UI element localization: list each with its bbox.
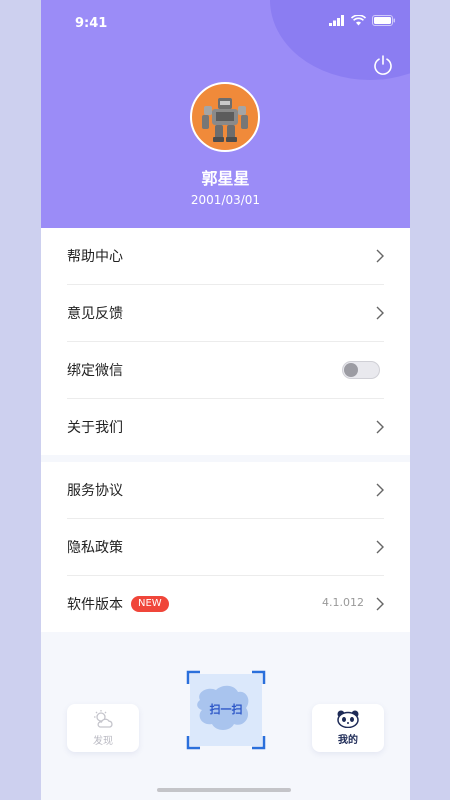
menu-item-label: 软件版本 bbox=[67, 597, 123, 613]
chevron-right-icon bbox=[376, 540, 384, 554]
menu-item-software-version[interactable]: 软件版本 NEW 4.1.012 bbox=[67, 576, 384, 632]
tab-discover-label: 发现 bbox=[93, 736, 113, 747]
menu-item-service-agreement[interactable]: 服务协议 bbox=[67, 462, 384, 519]
signal-icon bbox=[329, 15, 344, 26]
chevron-right-icon bbox=[376, 306, 384, 320]
chevron-right-icon bbox=[376, 483, 384, 497]
bind-wechat-toggle[interactable] bbox=[342, 361, 380, 379]
profile-header: 9:41 郭星星 2001/03/01 bbox=[41, 0, 410, 228]
tab-mine-label: 我的 bbox=[338, 735, 358, 746]
menu-item-privacy-policy[interactable]: 隐私政策 bbox=[67, 519, 384, 576]
status-time: 9:41 bbox=[75, 16, 108, 31]
bottom-tab-bar: 发现 扫一扫 我的 bbox=[41, 640, 410, 765]
user-birth-date: 2001/03/01 bbox=[190, 193, 261, 207]
home-indicator bbox=[157, 788, 291, 792]
tab-mine[interactable]: 我的 bbox=[312, 704, 384, 752]
status-icons bbox=[329, 15, 396, 26]
menu-item-label: 服务协议 bbox=[67, 483, 123, 499]
menu-group-2: 服务协议 隐私政策 软件版本 NEW 4.1.012 bbox=[41, 462, 410, 632]
chevron-right-icon bbox=[376, 420, 384, 434]
robot-avatar-icon bbox=[202, 98, 248, 142]
phone-screen: 9:41 郭星星 2001/03/01 帮助中心 意见反馈 绑定微信 关于我们 … bbox=[41, 0, 410, 800]
chevron-right-icon bbox=[376, 597, 384, 611]
battery-icon bbox=[372, 15, 395, 26]
menu-item-label: 关于我们 bbox=[67, 420, 123, 436]
menu-item-label: 帮助中心 bbox=[67, 249, 123, 265]
panda-icon bbox=[337, 710, 359, 728]
weather-icon bbox=[94, 710, 113, 728]
chevron-right-icon bbox=[376, 249, 384, 263]
version-number: 4.1.012 bbox=[322, 596, 364, 609]
menu-item-feedback[interactable]: 意见反馈 bbox=[67, 285, 384, 342]
user-name: 郭星星 bbox=[201, 169, 250, 188]
menu-group-1: 帮助中心 意见反馈 绑定微信 关于我们 bbox=[41, 228, 410, 455]
scan-label: 扫一扫 bbox=[209, 703, 243, 716]
menu-item-about-us[interactable]: 关于我们 bbox=[67, 399, 384, 455]
wifi-icon bbox=[351, 15, 366, 26]
menu-item-label: 意见反馈 bbox=[67, 306, 123, 322]
avatar[interactable] bbox=[190, 82, 260, 152]
menu-item-bind-wechat: 绑定微信 bbox=[67, 342, 384, 399]
power-icon[interactable] bbox=[372, 54, 394, 76]
toggle-knob bbox=[344, 363, 358, 377]
menu-item-help-center[interactable]: 帮助中心 bbox=[67, 228, 384, 285]
new-badge: NEW bbox=[131, 596, 169, 612]
tab-discover[interactable]: 发现 bbox=[67, 704, 139, 752]
menu-item-label: 隐私政策 bbox=[67, 540, 123, 556]
menu-item-label: 绑定微信 bbox=[67, 363, 123, 379]
scan-button[interactable]: 扫一扫 bbox=[186, 670, 266, 750]
